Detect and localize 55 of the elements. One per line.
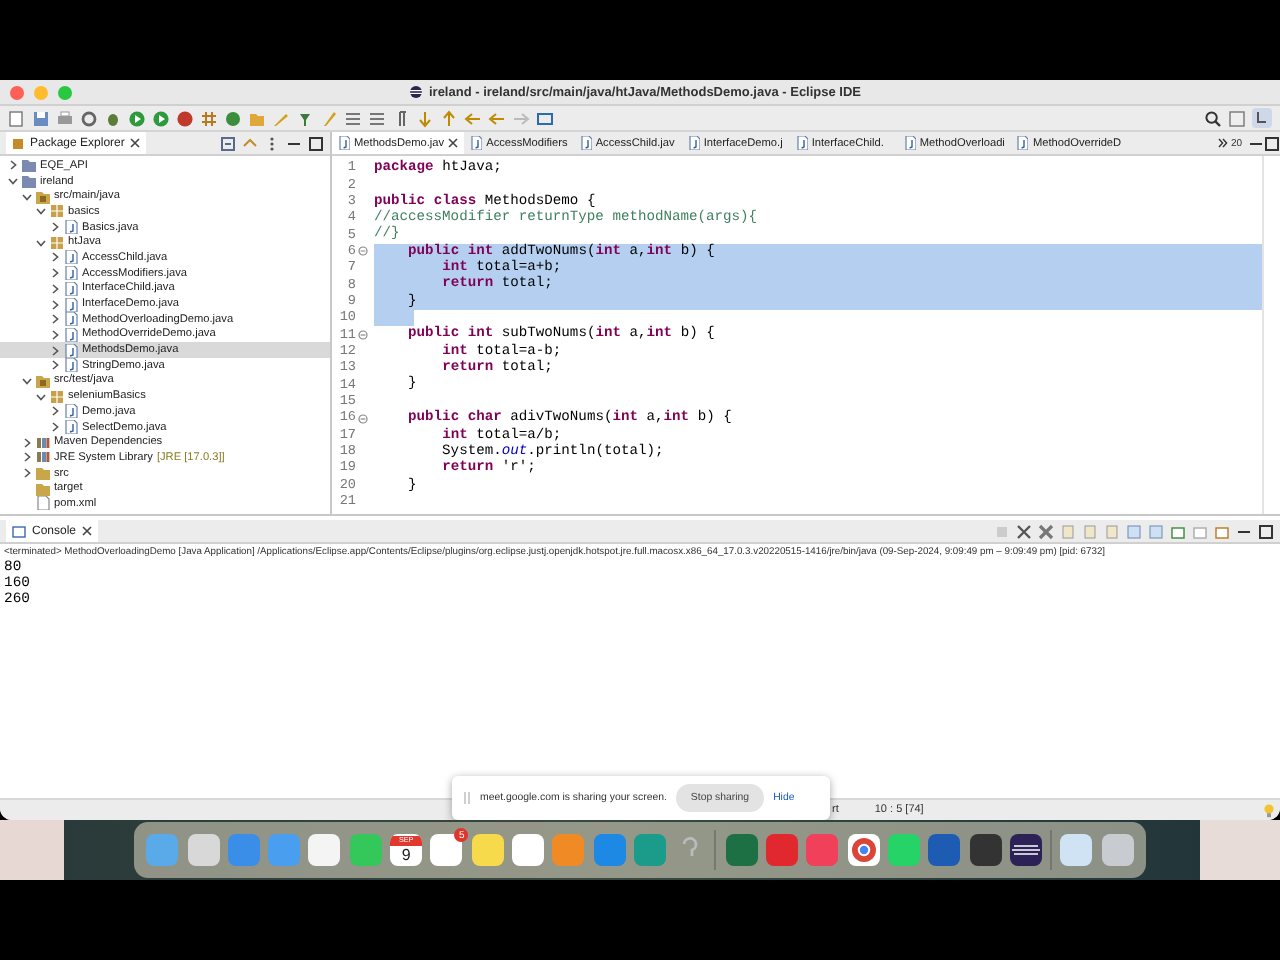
package-icon xyxy=(50,204,64,219)
package-icon xyxy=(50,389,64,404)
save-icon[interactable] xyxy=(32,109,50,127)
search-icon[interactable] xyxy=(1204,109,1222,127)
close-icon[interactable] xyxy=(82,526,93,536)
drag-handle-icon[interactable] xyxy=(464,792,470,804)
maximize-icon[interactable] xyxy=(308,135,324,151)
remove-all-icon[interactable] xyxy=(1038,523,1054,539)
stop-icon[interactable] xyxy=(176,109,194,127)
package-icon xyxy=(12,137,24,149)
java-file-icon xyxy=(470,136,483,150)
window-icon[interactable] xyxy=(536,109,554,127)
run-icon[interactable] xyxy=(152,109,170,127)
remove-icon[interactable] xyxy=(1016,523,1032,539)
zoom-icon[interactable] xyxy=(58,85,72,99)
package-icon xyxy=(50,235,64,250)
link-icon[interactable] xyxy=(242,135,258,151)
gear-icon[interactable] xyxy=(80,109,98,127)
close-icon[interactable] xyxy=(130,138,141,148)
back-icon[interactable] xyxy=(488,109,506,127)
source-folder-icon xyxy=(36,189,50,204)
eclipse-icon[interactable] xyxy=(1009,834,1042,866)
chevron-icon xyxy=(1218,138,1229,148)
collapse-all-icon[interactable] xyxy=(220,135,236,151)
calendar-day: 9 xyxy=(401,845,411,865)
java-file-icon xyxy=(903,136,916,150)
list-icon[interactable] xyxy=(368,109,386,127)
java-file-icon xyxy=(687,136,700,150)
run-icon[interactable] xyxy=(128,109,146,127)
java-file-icon xyxy=(579,136,592,150)
close-icon[interactable] xyxy=(448,138,459,148)
maximize-icon[interactable] xyxy=(1264,135,1280,151)
new-file-icon[interactable] xyxy=(8,109,26,127)
java-file-icon xyxy=(1016,136,1029,150)
arrow-down-icon[interactable] xyxy=(416,109,434,127)
fold-icon[interactable] xyxy=(357,330,367,341)
java-file-icon xyxy=(338,136,350,150)
print-icon[interactable] xyxy=(56,109,74,127)
console-icon xyxy=(12,525,26,537)
perspective-icon[interactable] xyxy=(1228,109,1246,127)
java-file-icon xyxy=(64,220,78,235)
grid-icon[interactable] xyxy=(200,109,218,127)
open-console-icon[interactable] xyxy=(1170,523,1186,539)
arrow-up-icon[interactable] xyxy=(440,109,458,127)
java-perspective-icon[interactable] xyxy=(1252,108,1272,128)
source-folder-icon xyxy=(36,373,50,388)
maximize-icon[interactable] xyxy=(1258,523,1274,539)
list-icon[interactable] xyxy=(344,109,362,127)
browser-icon[interactable] xyxy=(847,834,880,866)
back-icon[interactable] xyxy=(464,109,482,127)
app-icon xyxy=(410,86,423,98)
fold-icon[interactable] xyxy=(357,413,367,424)
fold-icon[interactable] xyxy=(357,246,367,257)
java-file-icon xyxy=(795,136,808,150)
lightbulb-icon xyxy=(1264,803,1274,817)
